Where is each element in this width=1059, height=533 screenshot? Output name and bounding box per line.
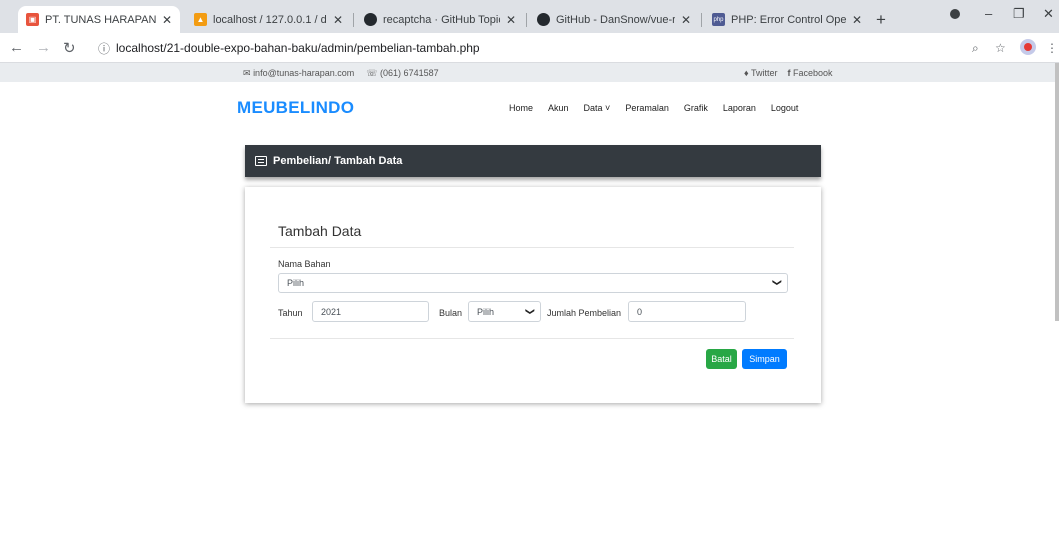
form-icon [255, 156, 267, 166]
nav-home[interactable]: Home [509, 103, 533, 113]
divider [270, 247, 794, 248]
phone-text: (061) 6741587 [380, 68, 439, 78]
new-tab-button[interactable]: + [876, 10, 886, 30]
topbar-email[interactable]: ✉ info@tunas-harapan.com [243, 68, 354, 79]
url-text: localhost/21-double-expo-bahan-baku/admi… [116, 41, 480, 55]
php-favicon-icon: php [712, 13, 725, 26]
form-card: Tambah Data Nama Bahan Pilih ❯ Tahun 202… [245, 187, 821, 403]
site-topbar: ✉ info@tunas-harapan.com ☏ (061) 6741587… [0, 63, 1059, 82]
tahun-input[interactable]: 2021 [312, 301, 429, 322]
mail-icon: ✉ [243, 68, 251, 78]
browser-tab-bar: ▣ PT. TUNAS HARAPAN MEUBE ✕ ▲ localhost … [0, 0, 1059, 33]
tab-title: GitHub - DanSnow/vue-recap [556, 13, 675, 26]
nav-akun[interactable]: Akun [548, 103, 569, 113]
page-title-bar: Pembelian/ Tambah Data [245, 145, 821, 177]
menu-dots-icon[interactable]: ⋮ [1046, 41, 1058, 55]
back-arrow-icon[interactable]: ← [9, 39, 24, 56]
topbar-phone: ☏ (061) 6741587 [366, 68, 438, 79]
tab-title: recaptcha · GitHub Topics · Gi [383, 13, 500, 26]
close-tab-icon[interactable]: ✕ [333, 13, 343, 27]
nav-data[interactable]: Data ˅ [584, 103, 611, 113]
tab-github-topics[interactable]: recaptcha · GitHub Topics · Gi ✕ [356, 6, 524, 33]
tahun-label: Tahun [278, 308, 303, 318]
close-window-button[interactable]: ✕ [1043, 6, 1054, 22]
site-logo[interactable]: MEUBELINDO [237, 98, 354, 118]
divider [270, 338, 794, 339]
twitter-icon: ♦ [744, 68, 749, 78]
tab-title: PT. TUNAS HARAPAN MEUBE [45, 13, 156, 26]
close-tab-icon[interactable]: ✕ [852, 13, 862, 27]
simpan-button[interactable]: Simpan [742, 349, 787, 369]
info-icon[interactable]: ⓘ [98, 40, 110, 57]
tab-separator [526, 13, 527, 27]
facebook-link[interactable]: f Facebook [787, 68, 832, 78]
tab-separator [701, 13, 702, 27]
chevron-down-icon: ❯ [525, 307, 536, 316]
bulan-select[interactable]: Pilih ❯ [468, 301, 541, 322]
email-text: info@tunas-harapan.com [253, 68, 355, 78]
close-tab-icon[interactable]: ✕ [506, 13, 516, 27]
tab-php-error-control[interactable]: php PHP: Error Control Operators ✕ [704, 6, 870, 33]
twitter-link[interactable]: ♦ Twitter [744, 68, 777, 78]
tab-phpmyadmin[interactable]: ▲ localhost / 127.0.0.1 / db_dou ✕ [186, 6, 351, 33]
nav-logout[interactable]: Logout [771, 103, 799, 113]
nama-bahan-label: Nama Bahan [278, 259, 331, 269]
nav-laporan[interactable]: Laporan [723, 103, 756, 113]
reload-icon[interactable]: ↻ [63, 39, 76, 57]
tab-title: localhost / 127.0.0.1 / db_dou [213, 13, 327, 26]
bulan-label: Bulan [439, 308, 463, 318]
nama-bahan-select[interactable]: Pilih ❯ [278, 273, 788, 293]
phone-icon: ☏ [366, 68, 378, 78]
extension-icon[interactable] [950, 9, 960, 19]
address-bar: ← → ↻ ⓘ localhost/21-double-expo-bahan-b… [0, 33, 1059, 63]
nav-peramalan[interactable]: Peramalan [625, 103, 669, 113]
twitter-text: Twitter [750, 68, 778, 78]
tahun-value: 2021 [321, 306, 342, 317]
chevron-down-icon: ❯ [772, 278, 783, 287]
forward-arrow-icon[interactable]: → [36, 39, 51, 56]
batal-button[interactable]: Batal [706, 349, 737, 369]
close-tab-icon[interactable]: ✕ [681, 13, 691, 27]
zoom-icon[interactable]: ⌕ [972, 41, 979, 56]
github-icon [364, 13, 377, 26]
main-nav: Home Akun Data ˅ Peramalan Grafik Lapora… [509, 103, 813, 113]
form-heading: Tambah Data [278, 223, 362, 239]
close-tab-icon[interactable]: ✕ [162, 13, 172, 27]
facebook-icon: f [787, 68, 791, 78]
minimize-button[interactable]: – [985, 6, 992, 21]
bookmark-star-icon[interactable]: ☆ [995, 41, 1006, 55]
jumlah-pembelian-input[interactable]: 0 [628, 301, 746, 322]
nav-grafik[interactable]: Grafik [684, 103, 708, 113]
bulan-value: Pilih [477, 306, 495, 317]
page-scrollbar[interactable] [1055, 63, 1059, 321]
profile-avatar[interactable] [1020, 39, 1036, 55]
facebook-text: Facebook [792, 68, 833, 78]
nama-bahan-value: Pilih [287, 278, 305, 288]
page-title: Pembelian/ Tambah Data [273, 155, 403, 167]
tab-title: PHP: Error Control Operators [731, 13, 846, 26]
jumlah-pembelian-label: Jumlah Pembelian [547, 308, 622, 318]
tab-github-vue-recaptcha[interactable]: GitHub - DanSnow/vue-recap ✕ [529, 6, 699, 33]
phpmyadmin-favicon-icon: ▲ [194, 13, 207, 26]
jumlah-pembelian-value: 0 [637, 306, 643, 317]
tab-separator [353, 13, 354, 27]
tab-tunas-harapan[interactable]: ▣ PT. TUNAS HARAPAN MEUBE ✕ [18, 6, 180, 33]
site-favicon-icon: ▣ [26, 13, 39, 26]
github-icon [537, 13, 550, 26]
url-field[interactable]: ⓘ localhost/21-double-expo-bahan-baku/ad… [98, 37, 988, 59]
restore-button[interactable]: ❐ [1013, 6, 1025, 22]
